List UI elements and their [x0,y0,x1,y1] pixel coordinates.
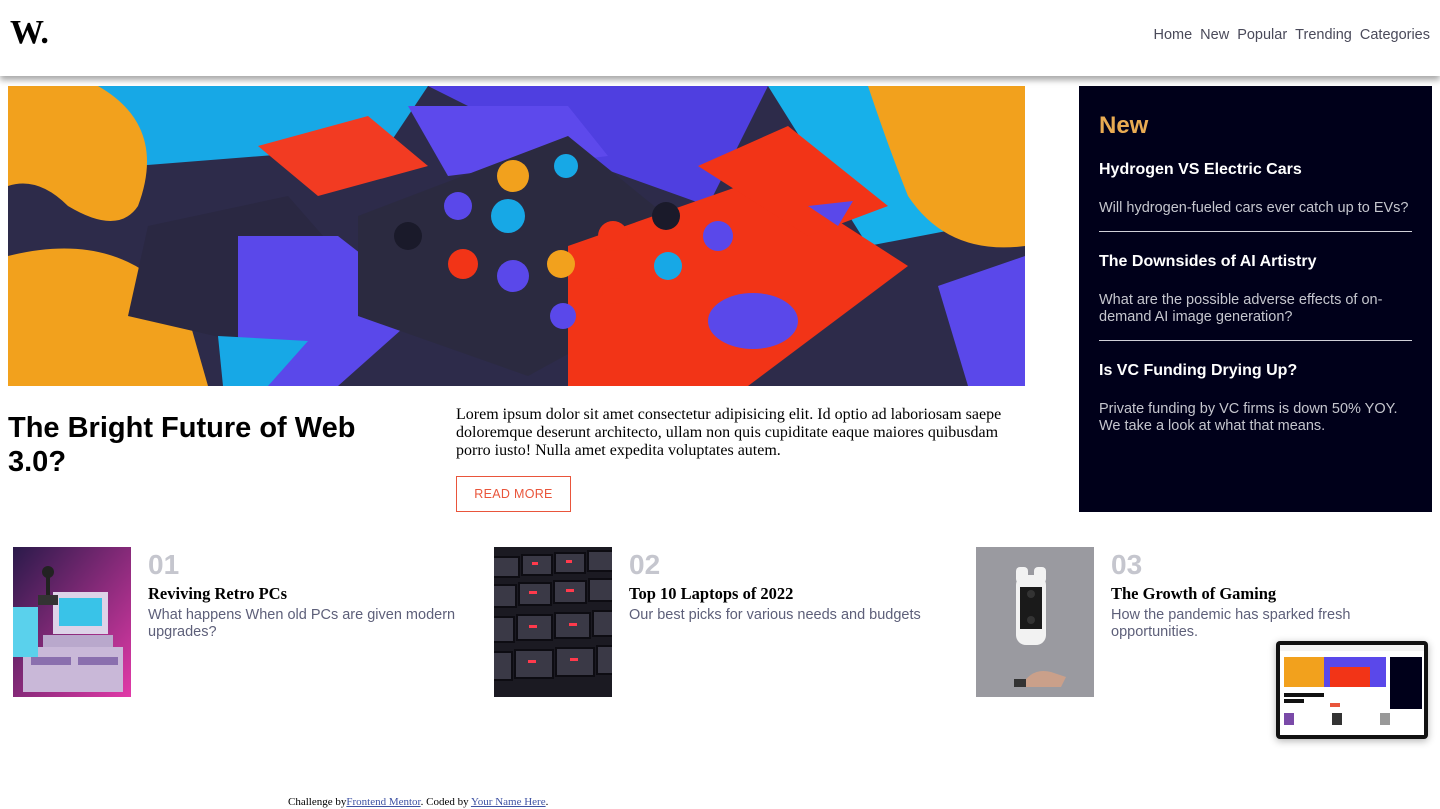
new-sidebar: New Hydrogen VS Electric Cars Will hydro… [1079,86,1432,512]
site-header: W. Home New Popular Trending Categories [0,0,1440,76]
nav-trending[interactable]: Trending [1295,27,1352,43]
card-number: 02 [629,549,661,580]
new-item-desc: Will hydrogen-fueled cars ever catch up … [1099,200,1409,216]
design-preview-thumbnail[interactable] [1276,641,1428,739]
featured-body: Lorem ipsum dolor sit amet consectetur a… [456,406,1002,459]
hero-image [8,86,1025,386]
site-logo[interactable]: W. [10,14,49,52]
main-nav: Home New Popular Trending Categories [1153,27,1430,43]
new-item-title[interactable]: Hydrogen VS Electric Cars [1099,160,1412,180]
card-desc: How the pandemic has sparked fresh oppor… [1111,607,1351,640]
nav-home[interactable]: Home [1153,27,1192,43]
divider [1099,231,1412,232]
gaming-controller-thumbnail[interactable] [976,547,1094,697]
nav-new[interactable]: New [1200,27,1229,43]
card-title[interactable]: The Growth of Gaming [1111,584,1276,604]
attribution-suffix: . [545,796,549,808]
new-item-desc: What are the possible adverse effects of… [1099,292,1383,325]
new-item[interactable]: The Downsides of AI Artistry What are th… [1099,252,1412,326]
card-number: 03 [1111,549,1143,580]
article-card[interactable]: 01 Reviving Retro PCs What happens When … [13,547,483,697]
card-desc: Our best picks for various needs and bud… [629,607,921,623]
attribution-prefix: Challenge by [288,796,347,808]
card-desc: What happens When old PCs are given mode… [148,607,456,640]
attribution-footer: Challenge byFrontend Mentor. Coded by Yo… [288,796,548,808]
read-more-button[interactable]: READ MORE [456,476,571,512]
attribution-middle: . Coded by [420,796,469,808]
retro-pc-thumbnail[interactable] [13,547,131,697]
divider [1099,340,1412,341]
preview-screen [1280,645,1424,735]
new-item[interactable]: Is VC Funding Drying Up? Private funding… [1099,361,1412,435]
new-item[interactable]: Hydrogen VS Electric Cars Will hydrogen-… [1099,160,1412,217]
featured-title: The Bright Future of Web 3.0? [8,412,356,478]
new-heading: New [1099,112,1149,139]
nav-categories[interactable]: Categories [1360,27,1430,43]
new-item-title[interactable]: The Downsides of AI Artistry [1099,252,1412,272]
new-item-desc: Private funding by VC firms is down 50% … [1099,401,1398,434]
card-number: 01 [148,549,180,580]
article-card[interactable]: 02 Top 10 Laptops of 2022 Our best picks… [494,547,964,697]
new-item-title[interactable]: Is VC Funding Drying Up? [1099,361,1412,381]
frontend-mentor-link[interactable]: Frontend Mentor [346,796,420,808]
nav-popular[interactable]: Popular [1237,27,1287,43]
author-link[interactable]: Your Name Here [471,796,546,808]
card-title[interactable]: Reviving Retro PCs [148,584,287,604]
card-title[interactable]: Top 10 Laptops of 2022 [629,584,793,604]
keyboard-thumbnail[interactable] [494,547,612,697]
